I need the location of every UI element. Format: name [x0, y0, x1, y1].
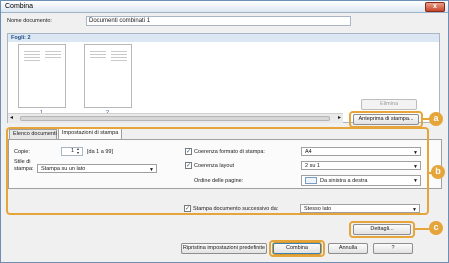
help-button[interactable]: ? — [373, 243, 413, 254]
combine-highlight — [269, 240, 325, 257]
title-bar: Combina x — [1, 1, 448, 13]
scroll-thumb[interactable] — [20, 116, 330, 121]
callout-a: a — [429, 112, 443, 126]
sheets-header: Fogli: 2 — [8, 34, 439, 42]
scroll-right-icon[interactable]: ▸ — [338, 114, 341, 121]
preview-scrollbar[interactable]: ◂ ▸ — [8, 113, 343, 123]
details-highlight — [349, 221, 415, 238]
sheets-count: Fogli: 2 — [11, 35, 31, 41]
document-name-label: Nome documento: — [7, 18, 52, 24]
page-thumbnail-2[interactable] — [84, 44, 132, 108]
document-name-input[interactable]: Documenti combinati 1 — [86, 16, 351, 26]
combine-dialog: Combina x Nome documento: Documenti comb… — [0, 0, 449, 263]
cancel-button[interactable]: Annulla — [328, 243, 368, 254]
print-preview-highlight — [349, 111, 423, 128]
scroll-left-icon[interactable]: ◂ — [10, 114, 13, 121]
settings-highlight — [6, 127, 429, 215]
delete-button[interactable]: Elimina — [361, 99, 417, 110]
callout-c-line — [415, 228, 429, 230]
window-title: Combina — [5, 3, 34, 10]
restore-defaults-button[interactable]: Ripristina impostazioni predefinite — [181, 243, 267, 254]
callout-b: b — [431, 165, 445, 179]
callout-c: c — [429, 221, 443, 235]
close-button[interactable]: x — [425, 2, 445, 12]
page-thumbnail-1[interactable] — [18, 44, 66, 108]
